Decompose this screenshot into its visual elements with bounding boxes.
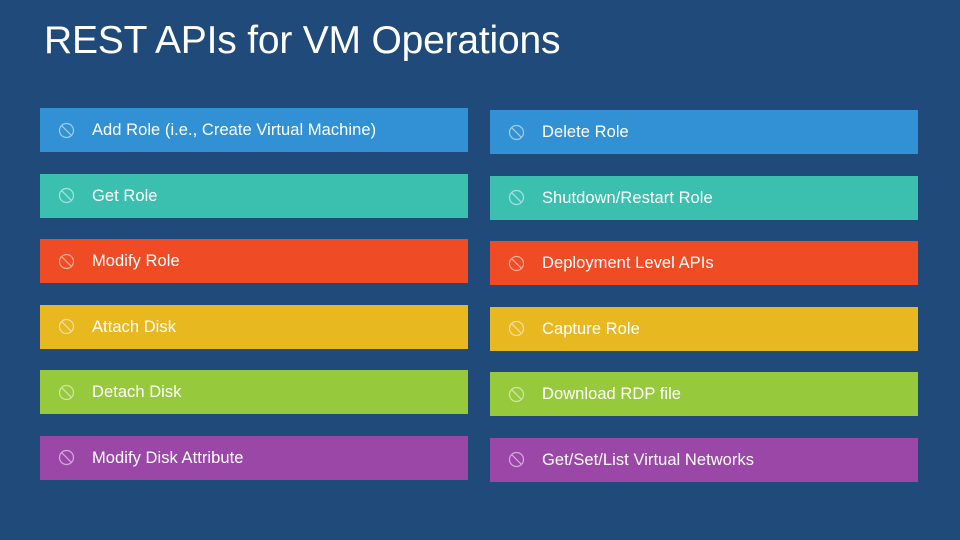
prohibited-circle-slash-icon — [508, 255, 525, 272]
api-list-item[interactable]: Deployment Level APIs — [490, 241, 918, 285]
api-list-item-label: Add Role (i.e., Create Virtual Machine) — [92, 121, 377, 139]
api-list-item[interactable]: Attach Disk — [40, 304, 468, 349]
prohibited-circle-slash-icon — [58, 253, 75, 270]
slide-canvas: REST APIs for VM Operations Add Role (i.… — [0, 0, 960, 540]
api-list-item-label: Delete Role — [542, 123, 629, 141]
api-list-item-label: Deployment Level APIs — [542, 254, 714, 272]
api-list-item[interactable]: Modify Disk Attribute — [40, 435, 468, 480]
api-list-item[interactable]: Add Role (i.e., Create Virtual Machine) — [40, 108, 468, 152]
api-list-item-label: Get/Set/List Virtual Networks — [542, 450, 755, 469]
api-column-right: Delete Role Shutdown/Restart Role Deployme… — [490, 0, 918, 540]
api-list-item[interactable]: Modify Role — [40, 239, 468, 283]
api-list-item[interactable]: Get/Set/List Virtual Networks — [490, 437, 918, 482]
prohibited-circle-slash-icon — [508, 320, 525, 337]
api-list-item-label: Modify Disk Attribute — [92, 448, 244, 467]
api-list-item-label: Shutdown/Restart Role — [542, 188, 713, 207]
api-list-item[interactable]: Get Role — [40, 173, 468, 218]
prohibited-circle-slash-icon — [508, 386, 525, 403]
api-list-item-label: Attach Disk — [92, 317, 176, 336]
api-list-item-label: Modify Role — [92, 252, 180, 270]
api-list-item-label: Capture Role — [542, 319, 640, 338]
api-list-item-label: Get Role — [92, 186, 158, 205]
prohibited-circle-slash-icon — [508, 124, 525, 141]
api-list-item[interactable]: Capture Role — [490, 306, 918, 351]
api-list-item[interactable]: Detach Disk — [40, 370, 468, 414]
api-list-item[interactable]: Delete Role — [490, 110, 918, 154]
prohibited-circle-slash-icon — [508, 451, 525, 468]
api-list-item-label: Detach Disk — [92, 383, 182, 401]
prohibited-circle-slash-icon — [58, 318, 75, 335]
api-list-item-label: Download RDP file — [542, 385, 682, 403]
prohibited-circle-slash-icon — [58, 187, 75, 204]
prohibited-circle-slash-icon — [508, 189, 525, 206]
api-column-left: Add Role (i.e., Create Virtual Machine) G… — [40, 0, 468, 540]
api-list-item[interactable]: Download RDP file — [490, 372, 918, 416]
prohibited-circle-slash-icon — [58, 122, 75, 139]
api-list-columns: Add Role (i.e., Create Virtual Machine) G… — [0, 0, 960, 540]
prohibited-circle-slash-icon — [58, 449, 75, 466]
prohibited-circle-slash-icon — [58, 384, 75, 401]
api-list-item[interactable]: Shutdown/Restart Role — [490, 175, 918, 220]
